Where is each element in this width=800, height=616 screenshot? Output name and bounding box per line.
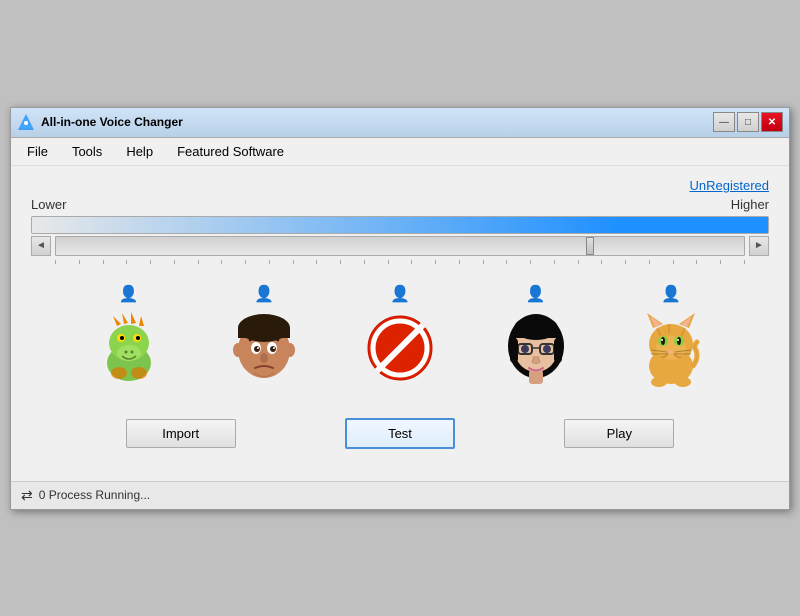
slider-thumb[interactable]	[586, 237, 594, 255]
avatar-no-voice[interactable]: 👤	[360, 284, 440, 388]
avatars-section: 👤	[31, 274, 769, 398]
dragon-avatar	[89, 308, 169, 388]
slider-tick	[673, 260, 674, 264]
slider-tick	[696, 260, 697, 264]
maximize-button[interactable]: □	[737, 112, 759, 132]
close-button[interactable]: ✕	[761, 112, 783, 132]
cat-indicator: 👤	[661, 284, 681, 304]
slider-tick	[530, 260, 531, 264]
slider-tick	[601, 260, 602, 264]
minimize-button[interactable]: —	[713, 112, 735, 132]
slider-tick	[411, 260, 412, 264]
status-icon: ⇄	[21, 487, 33, 504]
slider-tick	[578, 260, 579, 264]
slider-tick	[55, 260, 56, 264]
lower-label: Lower	[31, 197, 66, 212]
menu-help[interactable]: Help	[116, 141, 163, 162]
buttons-section: Import Test Play	[31, 418, 769, 449]
pitch-labels: Lower Higher	[31, 197, 769, 212]
menubar: File Tools Help Featured Software	[11, 138, 789, 166]
slider-tick	[269, 260, 270, 264]
pitch-section: Lower Higher ◄ ►	[31, 197, 769, 264]
play-button[interactable]: Play	[564, 419, 674, 448]
slider-tick	[364, 260, 365, 264]
slider-tick	[79, 260, 80, 264]
avatar-cat[interactable]: 👤	[631, 284, 711, 388]
window-title: All-in-one Voice Changer	[41, 115, 183, 129]
pitch-bar	[31, 216, 769, 234]
slider-tick	[316, 260, 317, 264]
slider-ticks	[31, 260, 769, 264]
main-window: All-in-one Voice Changer — □ ✕ File Tool…	[10, 107, 790, 510]
slider-tick	[483, 260, 484, 264]
slider-tick	[649, 260, 650, 264]
status-text: 0 Process Running...	[39, 488, 150, 502]
avatar-female[interactable]: 👤	[496, 284, 576, 388]
female-indicator: 👤	[526, 284, 546, 304]
slider-tick	[720, 260, 721, 264]
menu-file[interactable]: File	[17, 141, 58, 162]
slider-tick	[103, 260, 104, 264]
slider-tick	[625, 260, 626, 264]
no-voice-indicator: 👤	[390, 284, 410, 304]
unregistered-label[interactable]: UnRegistered	[31, 178, 769, 193]
slider-tick	[221, 260, 222, 264]
slider-tick	[174, 260, 175, 264]
slider-tick	[293, 260, 294, 264]
female-avatar	[496, 308, 576, 388]
menu-tools[interactable]: Tools	[62, 141, 112, 162]
menu-featured-software[interactable]: Featured Software	[167, 141, 294, 162]
titlebar-controls: — □ ✕	[713, 112, 783, 132]
slider-tick	[126, 260, 127, 264]
higher-label: Higher	[731, 197, 769, 212]
avatar-male[interactable]: 👤	[224, 284, 304, 388]
slider-tick	[150, 260, 151, 264]
slider-tick	[388, 260, 389, 264]
slider-tick	[506, 260, 507, 264]
slider-container: ◄ ►	[31, 236, 769, 256]
main-content: UnRegistered Lower Higher ◄ ►	[11, 166, 789, 481]
test-button[interactable]: Test	[345, 418, 455, 449]
slider-tick	[245, 260, 246, 264]
pitch-bar-container	[31, 216, 769, 234]
male-avatar	[224, 308, 304, 388]
titlebar: All-in-one Voice Changer — □ ✕	[11, 108, 789, 138]
import-button[interactable]: Import	[126, 419, 236, 448]
status-bar: ⇄ 0 Process Running...	[11, 481, 789, 509]
slider-left-arrow[interactable]: ◄	[31, 236, 51, 256]
male-indicator: 👤	[254, 284, 274, 304]
slider-tick	[198, 260, 199, 264]
slider-tick	[340, 260, 341, 264]
slider-tick	[744, 260, 745, 264]
slider-tick	[435, 260, 436, 264]
slider-tick	[554, 260, 555, 264]
slider-track[interactable]	[55, 236, 745, 256]
titlebar-left: All-in-one Voice Changer	[17, 113, 183, 131]
dragon-indicator: 👤	[119, 284, 139, 304]
app-icon	[17, 113, 35, 131]
slider-right-arrow[interactable]: ►	[749, 236, 769, 256]
avatar-dragon[interactable]: 👤	[89, 284, 169, 388]
cat-avatar	[631, 308, 711, 388]
no-voice-avatar	[360, 308, 440, 388]
slider-tick	[459, 260, 460, 264]
